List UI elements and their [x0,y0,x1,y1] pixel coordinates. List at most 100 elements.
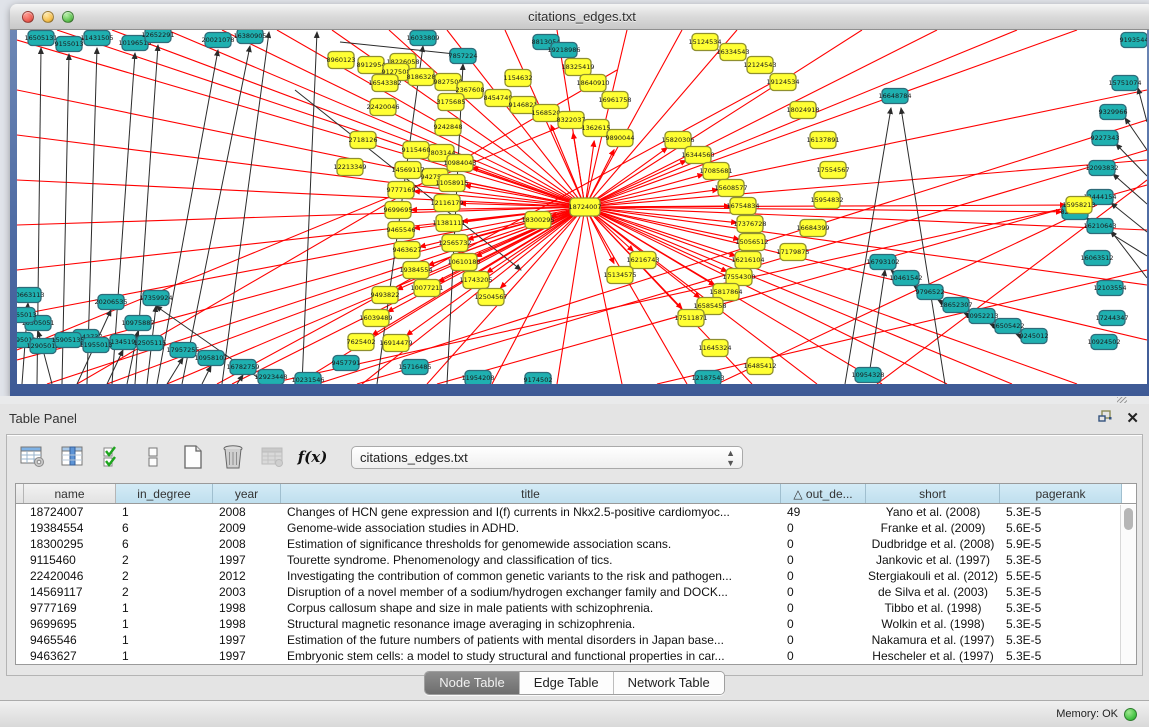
table-row[interactable]: 946362711997Embryonic stem cells: a mode… [16,648,1136,664]
cell-title[interactable]: Tourette syndrome. Phenomenology and cla… [281,553,781,567]
cell-in_degree[interactable]: 1 [116,601,213,615]
cell-name[interactable]: 9699695 [24,617,116,631]
float-window-icon[interactable] [1098,410,1112,428]
cell-year[interactable]: 2009 [213,521,281,535]
cell-title[interactable]: Changes of HCN gene expression and I(f) … [281,505,781,519]
vertical-scrollbar[interactable] [1120,505,1136,664]
table-source-combobox[interactable]: citations_edges.txt ▲▼ [351,446,743,469]
cell-year[interactable]: 2008 [213,505,281,519]
cell-in_degree[interactable]: 2 [116,569,213,583]
column-header-year[interactable]: year [213,484,281,503]
cell-pagerank[interactable]: 5.3E-5 [1000,649,1122,663]
table-row[interactable]: 1456911722003Disruption of a novel membe… [16,584,1136,600]
cell-short[interactable]: Dudbridge et al. (2008) [866,537,1000,551]
table-row[interactable]: 2242004622012Investigating the contribut… [16,568,1136,584]
network-window-titlebar[interactable]: citations_edges.txt [10,4,1149,30]
cell-title[interactable]: Disruption of a novel member of a sodium… [281,585,781,599]
cell-pagerank[interactable]: 5.9E-5 [1000,537,1122,551]
table-row[interactable]: 1938455462009Genome-wide association stu… [16,520,1136,536]
column-header-title[interactable]: title [281,484,781,503]
scrollbar-thumb[interactable] [1124,508,1133,530]
table-row[interactable]: 1830029562008Estimation of significance … [16,536,1136,552]
cell-out_degree[interactable]: 49 [781,505,866,519]
column-chooser-icon[interactable] [59,444,86,471]
cell-title[interactable]: Estimation of the future numbers of pati… [281,633,781,647]
cell-out_degree[interactable]: 0 [781,649,866,663]
cell-out_degree[interactable]: 0 [781,537,866,551]
cell-short[interactable]: Yano et al. (2008) [866,505,1000,519]
panel-divider[interactable] [0,396,1149,404]
column-header-gutter[interactable] [16,484,24,503]
delete-column-icon[interactable] [219,444,246,471]
cell-in_degree[interactable]: 1 [116,505,213,519]
new-column-icon[interactable] [179,444,206,471]
column-header-pagerank[interactable]: pagerank [1000,484,1122,503]
tab-node-table[interactable]: Node Table [425,672,520,694]
cell-title[interactable]: Embryonic stem cells: a model to study s… [281,649,781,663]
cell-short[interactable]: Jankovic et al. (1997) [866,553,1000,567]
cell-in_degree[interactable]: 2 [116,585,213,599]
cell-in_degree[interactable]: 6 [116,537,213,551]
cell-short[interactable]: Hescheler et al. (1997) [866,649,1000,663]
cell-pagerank[interactable]: 5.3E-5 [1000,633,1122,647]
column-header-in_degree[interactable]: in_degree [116,484,213,503]
cell-name[interactable]: 22420046 [24,569,116,583]
cell-out_degree[interactable]: 0 [781,553,866,567]
memory-ok-indicator-icon[interactable] [1124,708,1137,721]
cell-name[interactable]: 18724007 [24,505,116,519]
cell-year[interactable]: 2008 [213,537,281,551]
cell-in_degree[interactable]: 2 [116,553,213,567]
cell-title[interactable]: Corpus callosum shape and size in male p… [281,601,781,615]
function-builder-icon[interactable]: f(x) [299,444,326,471]
cell-out_degree[interactable]: 0 [781,633,866,647]
column-header-short[interactable]: short [866,484,1000,503]
cell-pagerank[interactable]: 5.6E-5 [1000,521,1122,535]
cell-name[interactable]: 9115460 [24,553,116,567]
cell-title[interactable]: Genome-wide association studies in ADHD. [281,521,781,535]
cell-short[interactable]: Nakamura et al. (1997) [866,633,1000,647]
cell-year[interactable]: 2003 [213,585,281,599]
cell-pagerank[interactable]: 5.5E-5 [1000,569,1122,583]
table-row[interactable]: 977716911998Corpus callosum shape and si… [16,600,1136,616]
cell-name[interactable]: 19384554 [24,521,116,535]
close-panel-icon[interactable]: ✕ [1126,412,1139,426]
table-row[interactable]: 946554611997Estimation of the future num… [16,632,1136,648]
cell-out_degree[interactable]: 0 [781,585,866,599]
cell-short[interactable]: Franke et al. (2009) [866,521,1000,535]
cell-year[interactable]: 1997 [213,553,281,567]
cell-name[interactable]: 9777169 [24,601,116,615]
cell-in_degree[interactable]: 1 [116,649,213,663]
cell-pagerank[interactable]: 5.3E-5 [1000,585,1122,599]
cell-out_degree[interactable]: 0 [781,521,866,535]
column-header-name[interactable]: name [24,484,116,503]
network-canvas[interactable]: 1650513191550131143150510196515126522912… [17,30,1147,384]
cell-in_degree[interactable]: 1 [116,633,213,647]
cell-title[interactable]: Investigating the contribution of common… [281,569,781,583]
cell-out_degree[interactable]: 0 [781,569,866,583]
cell-year[interactable]: 1998 [213,617,281,631]
cell-short[interactable]: de Silva et al. (2003) [866,585,1000,599]
cell-year[interactable]: 1997 [213,649,281,663]
column-header-out_degree[interactable]: △ out_de... [781,484,866,503]
node-table[interactable]: namein_degreeyeartitle△ out_de...shortpa… [15,483,1137,665]
tab-edge-table[interactable]: Edge Table [520,672,614,694]
cell-pagerank[interactable]: 5.3E-5 [1000,505,1122,519]
cell-out_degree[interactable]: 0 [781,601,866,615]
cell-title[interactable]: Structural magnetic resonance image aver… [281,617,781,631]
table-row[interactable]: 1872400712008Changes of HCN gene express… [16,504,1136,520]
cell-short[interactable]: Stergiakouli et al. (2012) [866,569,1000,583]
cell-year[interactable]: 1997 [213,633,281,647]
cell-name[interactable]: 14569117 [24,585,116,599]
cell-pagerank[interactable]: 5.3E-5 [1000,617,1122,631]
table-body[interactable]: 1872400712008Changes of HCN gene express… [16,504,1136,664]
cell-in_degree[interactable]: 6 [116,521,213,535]
cell-name[interactable]: 9463627 [24,649,116,663]
cell-pagerank[interactable]: 5.3E-5 [1000,553,1122,567]
deselect-all-icon[interactable] [139,444,166,471]
cell-year[interactable]: 2012 [213,569,281,583]
table-row[interactable]: 969969511998Structural magnetic resonanc… [16,616,1136,632]
cell-in_degree[interactable]: 1 [116,617,213,631]
cell-short[interactable]: Tibbo et al. (1998) [866,601,1000,615]
tab-network-table[interactable]: Network Table [614,672,724,694]
network-graph[interactable]: 1650513191550131143150510196515126522912… [17,30,1147,384]
